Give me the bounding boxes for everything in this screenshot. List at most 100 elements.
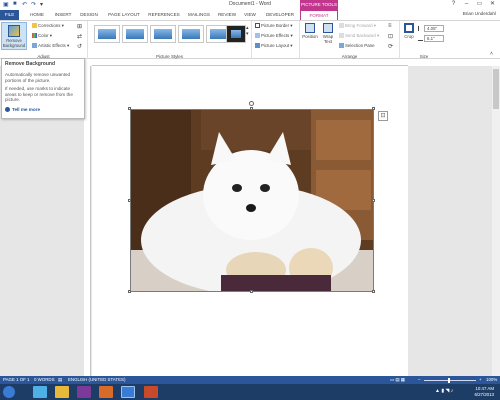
group-icon[interactable]: ⊡ [388,33,393,40]
picture-layout-button[interactable]: Picture Layout ▾ [255,43,293,49]
tab-home[interactable]: HOME [26,10,48,20]
word-count[interactable]: 0 WORDS [34,376,55,384]
onenote-icon[interactable] [77,386,91,398]
crop-button[interactable]: Crop [402,23,416,39]
remove-background-button[interactable]: Remove Background [1,22,27,50]
send-backward-button[interactable]: Send Backward ▾ [339,33,379,39]
outlook-icon[interactable] [99,386,113,398]
style-thumbnail[interactable] [150,25,176,43]
tab-review[interactable]: REVIEW [216,10,238,20]
zoom-slider[interactable] [424,379,476,381]
arrange-group: Position Wrap Text Bring Forward ▾ Send … [300,21,400,59]
resize-handle[interactable] [250,290,253,293]
scrollbar-thumb[interactable] [493,69,499,109]
horizontal-ruler [92,59,408,66]
tab-view[interactable]: VIEW [241,10,259,20]
tab-design[interactable]: DESIGN [78,10,100,20]
compress-pictures-icon[interactable]: ⊞ [77,23,82,30]
remove-background-label: Remove Background [2,38,26,48]
tooltip-text: If needed, use marks to indicate areas t… [5,86,73,103]
tooltip-title: Remove Background [5,61,56,67]
rotate-icon[interactable]: ⟳ [388,43,393,50]
zoom-level[interactable]: 100% [486,376,497,384]
artistic-effects-icon [32,43,37,49]
wrap-text-button[interactable]: Wrap Text [320,23,336,44]
bring-forward-button[interactable]: Bring Forward ▾ [339,23,376,29]
clock[interactable]: 10:47 AM 6/27/2013 [474,386,494,398]
vertical-ruler [84,66,91,376]
vertical-scrollbar[interactable] [492,66,500,376]
tab-page-layout[interactable]: PAGE LAYOUT [105,10,143,20]
tooltip-text: Automatically remove unwanted portions o… [5,72,71,83]
dog-picture[interactable] [130,109,374,292]
width-field[interactable]: 6.1" [418,35,444,42]
styles-scroll-icon[interactable]: ▴ ▾ [246,25,249,37]
picture-effects-button[interactable]: Picture Effects ▾ [255,33,293,39]
height-icon [418,26,423,32]
proofing-icon[interactable]: ▤ [58,376,62,384]
resize-handle[interactable] [128,107,131,110]
style-thumbnail[interactable] [94,25,120,43]
minimize-button[interactable]: – [460,0,473,9]
bring-forward-icon [339,23,344,29]
tab-format[interactable]: FORMAT [300,10,338,20]
align-icon[interactable]: ≡ [388,23,392,29]
ribbon: Remove Background Corrections ▾ Color ▾ … [0,20,500,59]
send-backward-icon [339,33,344,39]
style-thumbnail[interactable] [226,25,246,43]
border-icon [255,23,260,29]
tab-file[interactable]: FILE [0,10,19,20]
tab-mailings[interactable]: MAILINGS [185,10,213,20]
color-button[interactable]: Color ▾ [32,33,52,39]
picture-format-group: Picture Border ▾ Picture Effects ▾ Pictu… [252,21,300,59]
resize-handle[interactable] [250,107,253,110]
selection-pane-button[interactable]: Selection Pane [339,43,375,49]
tab-insert[interactable]: INSERT [52,10,74,20]
artistic-effects-button[interactable]: Artistic Effects ▾ [32,43,69,49]
resize-handle[interactable] [128,199,131,202]
style-thumbnail[interactable] [178,25,204,43]
size-group: Crop 4.05" 6.1" Size [400,21,448,59]
zoom-out-icon[interactable]: – [418,376,420,384]
reset-picture-icon[interactable]: ↺ [77,43,82,50]
rotate-handle[interactable] [249,101,254,106]
remove-background-icon [8,25,20,37]
style-thumbnail[interactable] [122,25,148,43]
file-explorer-icon[interactable] [55,386,69,398]
dog-photo-graphic [131,110,373,291]
position-icon [305,23,315,33]
picture-border-button[interactable]: Picture Border ▾ [255,23,293,29]
tell-me-more-link[interactable]: Tell me more [5,107,81,113]
word-taskbar-icon[interactable] [121,386,135,398]
tab-developer[interactable]: DEVELOPER [264,10,296,20]
collapse-ribbon-icon[interactable]: ˄ [490,51,493,57]
page-count[interactable]: PAGE 1 OF 1 [3,376,30,384]
help-icon[interactable]: ? [447,0,460,9]
start-button-icon[interactable] [3,386,15,398]
help-circle-icon [5,107,10,113]
app-taskbar-icon[interactable] [144,386,158,398]
language[interactable]: ENGLISH (UNITED STATES) [68,376,125,384]
tray-icons[interactable]: ▲ ▮ ◥ ♪ [435,388,453,394]
close-button[interactable]: ✕ [486,0,499,9]
title-bar: ▣ ■ ↶ ↷ ▾ Document1 - Word ? – ▭ ✕ [0,0,500,10]
tab-references[interactable]: REFERENCES [146,10,182,20]
height-field[interactable]: 4.05" [418,25,444,32]
view-buttons[interactable]: ▭ ▤ ▦ [390,376,405,384]
zoom-slider-thumb[interactable] [448,377,450,383]
maximize-button[interactable]: ▭ [473,0,486,9]
corrections-button[interactable]: Corrections ▾ [32,23,64,29]
resize-handle[interactable] [372,290,375,293]
user-name[interactable]: Brian Underdahl [463,11,496,16]
zoom-in-icon[interactable]: + [479,376,482,384]
change-picture-icon[interactable]: ⇄ [77,33,82,40]
resize-handle[interactable] [372,107,375,110]
layout-icon [255,43,260,49]
resize-handle[interactable] [372,199,375,202]
resize-handle[interactable] [128,290,131,293]
internet-explorer-icon[interactable] [33,386,47,398]
sun-icon [32,23,37,29]
position-button[interactable]: Position [302,23,318,39]
windows-taskbar: ▲ ▮ ◥ ♪ 10:47 AM 6/27/2013 [0,384,500,400]
layout-options-icon[interactable]: ⊡ [378,111,388,121]
